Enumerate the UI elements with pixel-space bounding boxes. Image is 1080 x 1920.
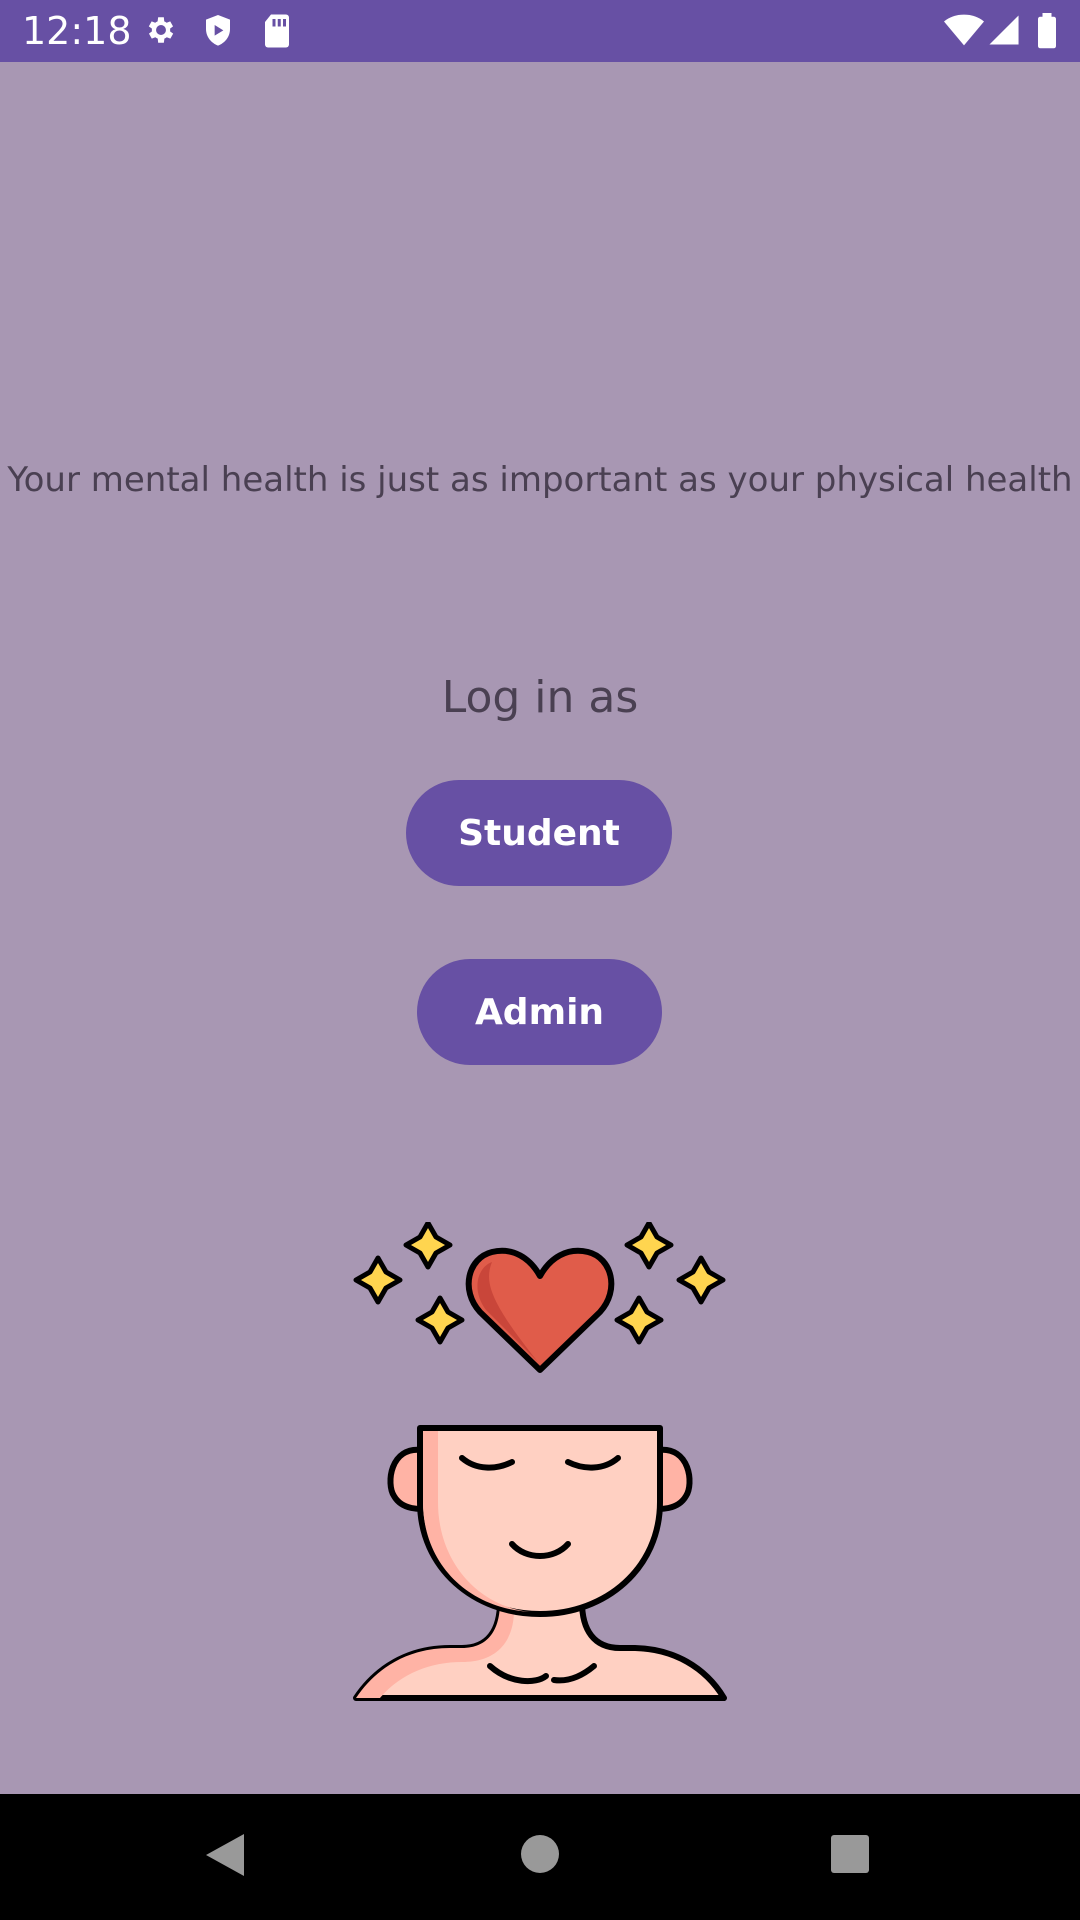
recents-icon[interactable] (830, 1834, 870, 1874)
status-bar: 12:18 (0, 0, 1080, 62)
gear-icon (148, 17, 174, 43)
sd-card-icon (265, 14, 289, 48)
student-button[interactable]: Student (406, 780, 672, 886)
battery-icon (1038, 13, 1056, 49)
wifi-icon (944, 14, 984, 46)
status-time: 12:18 (22, 9, 132, 53)
shield-play-icon (206, 15, 230, 46)
mind-heart-illustration-icon (353, 1222, 727, 1701)
main-screen: Your mental health is just as important … (0, 62, 1080, 1794)
home-icon[interactable] (520, 1834, 560, 1874)
quote-text: Your mental health is just as important … (7, 460, 1073, 500)
back-icon[interactable] (204, 1832, 246, 1878)
signal-icon (989, 15, 1019, 45)
navigation-bar (0, 1794, 1080, 1920)
admin-button[interactable]: Admin (417, 959, 662, 1065)
login-label: Log in as (441, 672, 639, 723)
